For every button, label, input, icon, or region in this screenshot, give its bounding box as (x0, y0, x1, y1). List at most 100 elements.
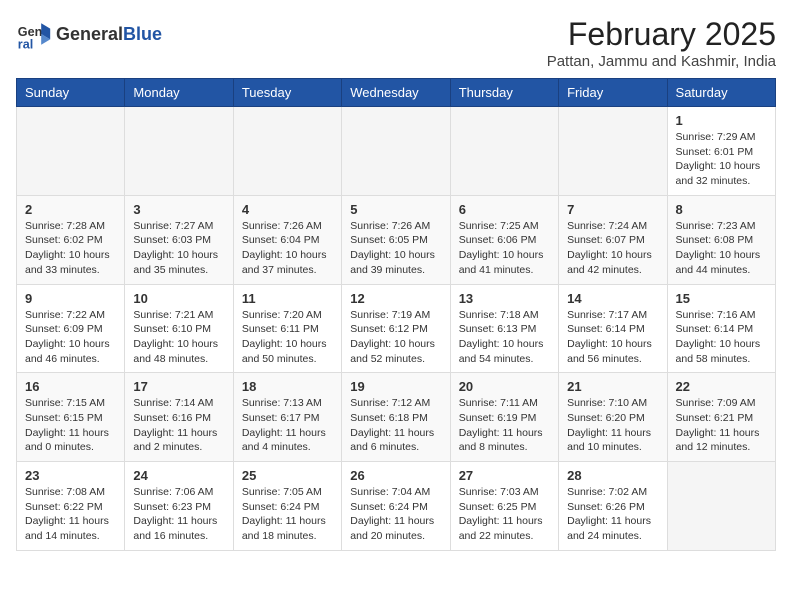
weekday-header-tuesday: Tuesday (233, 79, 341, 107)
calendar-cell: 11 Sunrise: 7:20 AM Sunset: 6:11 PM Dayli… (233, 284, 341, 373)
calendar-cell: 16 Sunrise: 7:15 AM Sunset: 6:15 PM Dayli… (17, 373, 125, 462)
calendar-cell (450, 107, 558, 196)
calendar-week-3: 9 Sunrise: 7:22 AM Sunset: 6:09 PM Daylig… (17, 284, 776, 373)
calendar-cell: 3 Sunrise: 7:27 AM Sunset: 6:03 PM Daylig… (125, 195, 233, 284)
weekday-header-saturday: Saturday (667, 79, 775, 107)
day-info: Sunrise: 7:09 AM Sunset: 6:21 PM Dayligh… (676, 396, 767, 455)
day-info: Sunrise: 7:08 AM Sunset: 6:22 PM Dayligh… (25, 485, 116, 544)
calendar-cell (667, 462, 775, 551)
day-number: 12 (350, 291, 441, 306)
day-info: Sunrise: 7:10 AM Sunset: 6:20 PM Dayligh… (567, 396, 658, 455)
day-number: 2 (25, 202, 116, 217)
day-number: 20 (459, 379, 550, 394)
day-number: 5 (350, 202, 441, 217)
day-info: Sunrise: 7:06 AM Sunset: 6:23 PM Dayligh… (133, 485, 224, 544)
calendar-cell: 13Sunrise: 7:18 AM Sunset: 6:13 PM Dayli… (450, 284, 558, 373)
day-info: Sunrise: 7:11 AM Sunset: 6:19 PM Dayligh… (459, 396, 550, 455)
day-number: 28 (567, 468, 658, 483)
calendar-week-1: 1 Sunrise: 7:29 AM Sunset: 6:01 PM Daylig… (17, 107, 776, 196)
day-info: Sunrise: 7:20 AM Sunset: 6:11 PM Dayligh… (242, 308, 333, 367)
svg-text:ral: ral (18, 37, 33, 51)
calendar-cell: 15 Sunrise: 7:16 AM Sunset: 6:14 PM Dayli… (667, 284, 775, 373)
calendar-cell: 5 Sunrise: 7:26 AM Sunset: 6:05 PM Daylig… (342, 195, 450, 284)
calendar-cell: 18Sunrise: 7:13 AM Sunset: 6:17 PM Dayli… (233, 373, 341, 462)
day-number: 3 (133, 202, 224, 217)
day-number: 11 (242, 291, 333, 306)
page-subtitle: Pattan, Jammu and Kashmir, India (547, 53, 776, 70)
calendar-cell: 25 Sunrise: 7:05 AM Sunset: 6:24 PM Dayli… (233, 462, 341, 551)
logo-blue: Blue (123, 24, 162, 44)
day-info: Sunrise: 7:04 AM Sunset: 6:24 PM Dayligh… (350, 485, 441, 544)
day-number: 9 (25, 291, 116, 306)
calendar-cell: 21 Sunrise: 7:10 AM Sunset: 6:20 PM Dayli… (559, 373, 667, 462)
day-number: 26 (350, 468, 441, 483)
calendar-cell (233, 107, 341, 196)
day-info: Sunrise: 7:02 AM Sunset: 6:26 PM Dayligh… (567, 485, 658, 544)
calendar-cell: 10 Sunrise: 7:21 AM Sunset: 6:10 PM Dayli… (125, 284, 233, 373)
day-info: Sunrise: 7:22 AM Sunset: 6:09 PM Dayligh… (25, 308, 116, 367)
day-info: Sunrise: 7:03 AM Sunset: 6:25 PM Dayligh… (459, 485, 550, 544)
day-number: 7 (567, 202, 658, 217)
day-info: Sunrise: 7:28 AM Sunset: 6:02 PM Dayligh… (25, 219, 116, 278)
calendar-cell: 14Sunrise: 7:17 AM Sunset: 6:14 PM Dayli… (559, 284, 667, 373)
calendar-cell: 9 Sunrise: 7:22 AM Sunset: 6:09 PM Daylig… (17, 284, 125, 373)
day-number: 24 (133, 468, 224, 483)
day-number: 22 (676, 379, 767, 394)
calendar-cell (17, 107, 125, 196)
day-number: 1 (676, 113, 767, 128)
day-number: 25 (242, 468, 333, 483)
day-info: Sunrise: 7:29 AM Sunset: 6:01 PM Dayligh… (676, 130, 767, 189)
day-number: 23 (25, 468, 116, 483)
calendar: SundayMondayTuesdayWednesdayThursdayFrid… (16, 78, 776, 551)
calendar-cell: 20 Sunrise: 7:11 AM Sunset: 6:19 PM Dayli… (450, 373, 558, 462)
calendar-cell: 22 Sunrise: 7:09 AM Sunset: 6:21 PM Dayli… (667, 373, 775, 462)
header: Gene ral GeneralBlue February 2025 Patta… (16, 16, 776, 70)
day-number: 4 (242, 202, 333, 217)
title-area: February 2025 Pattan, Jammu and Kashmir,… (547, 16, 776, 70)
calendar-cell: 19Sunrise: 7:12 AM Sunset: 6:18 PM Dayli… (342, 373, 450, 462)
day-info: Sunrise: 7:23 AM Sunset: 6:08 PM Dayligh… (676, 219, 767, 278)
calendar-cell: 17Sunrise: 7:14 AM Sunset: 6:16 PM Dayli… (125, 373, 233, 462)
day-number: 15 (676, 291, 767, 306)
calendar-cell: 1 Sunrise: 7:29 AM Sunset: 6:01 PM Daylig… (667, 107, 775, 196)
calendar-week-4: 16 Sunrise: 7:15 AM Sunset: 6:15 PM Dayli… (17, 373, 776, 462)
day-number: 27 (459, 468, 550, 483)
calendar-cell (125, 107, 233, 196)
calendar-cell: 28 Sunrise: 7:02 AM Sunset: 6:26 PM Dayli… (559, 462, 667, 551)
day-number: 10 (133, 291, 224, 306)
day-info: Sunrise: 7:21 AM Sunset: 6:10 PM Dayligh… (133, 308, 224, 367)
day-info: Sunrise: 7:16 AM Sunset: 6:14 PM Dayligh… (676, 308, 767, 367)
weekday-header-wednesday: Wednesday (342, 79, 450, 107)
day-info: Sunrise: 7:12 AM Sunset: 6:18 PM Dayligh… (350, 396, 441, 455)
logo-general: General (56, 24, 123, 44)
day-number: 14 (567, 291, 658, 306)
day-info: Sunrise: 7:05 AM Sunset: 6:24 PM Dayligh… (242, 485, 333, 544)
calendar-cell: 6Sunrise: 7:25 AM Sunset: 6:06 PM Daylig… (450, 195, 558, 284)
weekday-header-friday: Friday (559, 79, 667, 107)
day-info: Sunrise: 7:26 AM Sunset: 6:04 PM Dayligh… (242, 219, 333, 278)
weekday-header-thursday: Thursday (450, 79, 558, 107)
day-number: 6 (459, 202, 550, 217)
logo-icon: Gene ral (16, 16, 52, 52)
day-info: Sunrise: 7:26 AM Sunset: 6:05 PM Dayligh… (350, 219, 441, 278)
weekday-header-sunday: Sunday (17, 79, 125, 107)
day-info: Sunrise: 7:27 AM Sunset: 6:03 PM Dayligh… (133, 219, 224, 278)
calendar-cell: 12Sunrise: 7:19 AM Sunset: 6:12 PM Dayli… (342, 284, 450, 373)
calendar-cell: 4 Sunrise: 7:26 AM Sunset: 6:04 PM Daylig… (233, 195, 341, 284)
calendar-cell: 8Sunrise: 7:23 AM Sunset: 6:08 PM Daylig… (667, 195, 775, 284)
day-info: Sunrise: 7:18 AM Sunset: 6:13 PM Dayligh… (459, 308, 550, 367)
calendar-week-2: 2 Sunrise: 7:28 AM Sunset: 6:02 PM Daylig… (17, 195, 776, 284)
day-number: 16 (25, 379, 116, 394)
day-info: Sunrise: 7:14 AM Sunset: 6:16 PM Dayligh… (133, 396, 224, 455)
calendar-cell (559, 107, 667, 196)
calendar-cell: 24 Sunrise: 7:06 AM Sunset: 6:23 PM Dayli… (125, 462, 233, 551)
calendar-cell: 27 Sunrise: 7:03 AM Sunset: 6:25 PM Dayli… (450, 462, 558, 551)
calendar-week-5: 23 Sunrise: 7:08 AM Sunset: 6:22 PM Dayli… (17, 462, 776, 551)
day-info: Sunrise: 7:15 AM Sunset: 6:15 PM Dayligh… (25, 396, 116, 455)
day-number: 21 (567, 379, 658, 394)
calendar-cell: 2 Sunrise: 7:28 AM Sunset: 6:02 PM Daylig… (17, 195, 125, 284)
calendar-cell: 7Sunrise: 7:24 AM Sunset: 6:07 PM Daylig… (559, 195, 667, 284)
calendar-cell: 26 Sunrise: 7:04 AM Sunset: 6:24 PM Dayli… (342, 462, 450, 551)
day-number: 18 (242, 379, 333, 394)
calendar-cell: 23 Sunrise: 7:08 AM Sunset: 6:22 PM Dayli… (17, 462, 125, 551)
